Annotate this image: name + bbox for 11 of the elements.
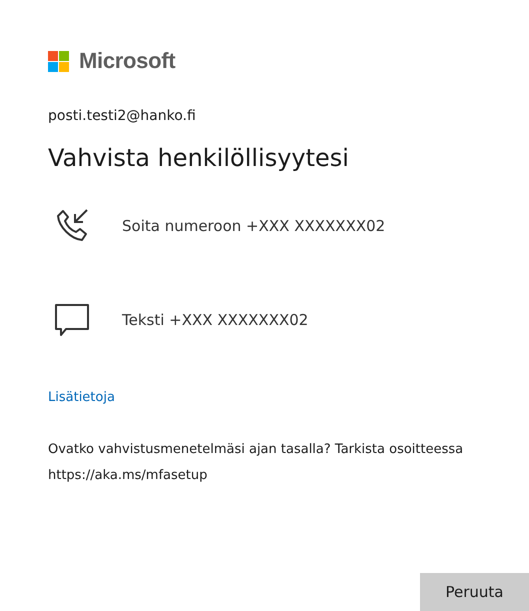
setup-note: Ovatko vahvistusmenetelmäsi ajan tasalla? Tarkista osoitteessa https://aka.ms/mfasetup — [48, 441, 464, 485]
logo-icon — [48, 50, 69, 72]
more-info-link[interactable]: Lisätietoja — [48, 390, 115, 405]
account-email: posti.testi2@hanko.fi — [48, 108, 196, 124]
verification-option[interactable]: Teksti +XXX XXXXXXX02 — [54, 302, 308, 338]
brand-name: Microsoft — [79, 48, 176, 74]
phone-icon — [54, 208, 90, 244]
cancel-button[interactable]: Peruuta — [420, 573, 529, 611]
chat-icon — [54, 302, 90, 338]
verification-option[interactable]: Soita numeroon +XXX XXXXXXX02 — [54, 208, 386, 244]
page-title: Vahvista henkilöllisyytesi — [48, 144, 349, 172]
